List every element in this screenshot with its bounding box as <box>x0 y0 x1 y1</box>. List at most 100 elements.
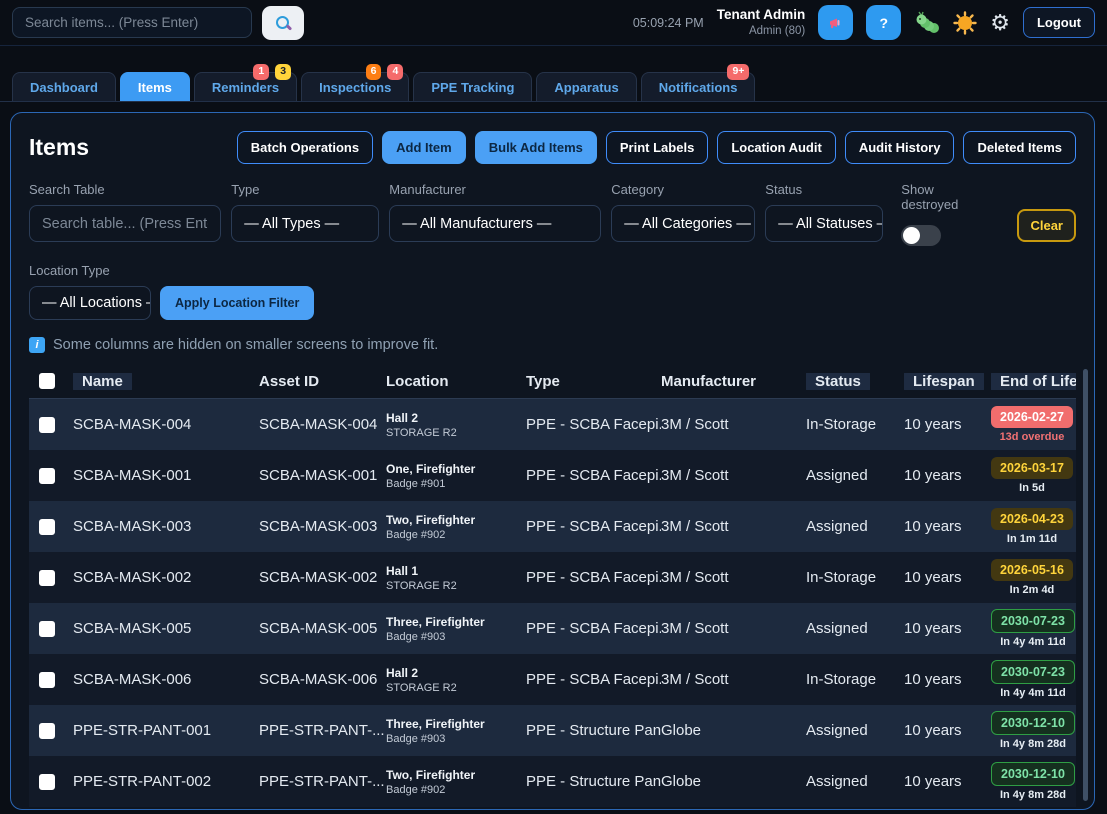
type-field: Type — All Types — <box>231 182 379 242</box>
column-header-end-of-life[interactable]: End of Life ▲ <box>991 373 1076 390</box>
item-asset-id: SCBA-MASK-004 <box>259 416 386 433</box>
table-row[interactable]: SCBA-MASK-002 SCBA-MASK-002 Hall 1 STORA… <box>29 552 1076 603</box>
column-header-label[interactable]: Type <box>526 373 560 390</box>
table-row[interactable]: SCBA-MASK-004 SCBA-MASK-004 Hall 2 STORA… <box>29 399 1076 450</box>
tab-badge: 9+ <box>727 64 749 80</box>
search-table-field: Search Table <box>29 182 221 242</box>
batch-operations-button[interactable]: Batch Operations <box>237 131 373 164</box>
column-header-label[interactable]: Location <box>386 373 449 390</box>
toolbar: Batch Operations Add Item Bulk Add Items Pr… <box>237 131 1076 164</box>
tab-dashboard[interactable]: Dashboard <box>12 72 116 101</box>
notice-text: Some columns are hidden on smaller scree… <box>53 337 438 353</box>
tab-apparatus[interactable]: Apparatus <box>536 72 636 101</box>
row-checkbox[interactable] <box>39 519 55 535</box>
item-name: SCBA-MASK-004 <box>73 416 259 433</box>
location-select[interactable]: — All Locations – <box>29 286 151 320</box>
column-header-label[interactable]: End of Life ▲ <box>991 373 1076 390</box>
sun-icon[interactable] <box>953 11 977 35</box>
tab-reminders[interactable]: Reminders 13 <box>194 72 297 101</box>
eol-countdown: 13d overdue <box>991 431 1073 443</box>
announcements-button[interactable] <box>818 5 853 40</box>
settings-gear-icon[interactable]: ⚙ <box>990 12 1010 34</box>
tab-label: Notifications <box>659 80 738 95</box>
top-bar: 05:09:24 PM Tenant Admin Admin (80) ? <box>0 0 1107 46</box>
tab-label: Inspections <box>319 80 391 95</box>
row-checkbox[interactable] <box>39 468 55 484</box>
deleted-items-button[interactable]: Deleted Items <box>963 131 1076 164</box>
status-select[interactable]: — All Statuses — <box>765 205 883 242</box>
user-role: Admin (80) <box>717 24 806 38</box>
show-destroyed-toggle[interactable] <box>901 225 941 246</box>
add-item-button[interactable]: Add Item <box>382 131 466 164</box>
location-audit-button[interactable]: Location Audit <box>717 131 836 164</box>
table-row[interactable]: SCBA-MASK-006 SCBA-MASK-006 Hall 2 STORA… <box>29 654 1076 705</box>
audit-history-button[interactable]: Audit History <box>845 131 955 164</box>
eol-date-badge: 2026-05-16 <box>991 559 1073 581</box>
item-asset-id: SCBA-MASK-005 <box>259 620 386 637</box>
column-header-status[interactable]: Status <box>806 373 904 390</box>
tab-inspections[interactable]: Inspections 64 <box>301 72 409 101</box>
column-header-asset-id[interactable]: Asset ID <box>259 373 386 390</box>
column-header-name[interactable]: Name <box>73 373 259 390</box>
column-header-label[interactable]: Manufacturer <box>661 373 756 390</box>
item-name: PPE-STR-PANT-002 <box>73 773 259 790</box>
caterpillar-icon[interactable] <box>914 11 940 35</box>
item-asset-id: SCBA-MASK-001 <box>259 467 386 484</box>
logout-button[interactable]: Logout <box>1023 7 1095 38</box>
table-row[interactable]: SCBA-MASK-001 SCBA-MASK-001 One, Firefig… <box>29 450 1076 501</box>
row-checkbox[interactable] <box>39 774 55 790</box>
item-manufacturer: 3M / Scott <box>661 467 806 484</box>
item-type: PPE - SCBA Facepi... <box>526 416 661 433</box>
table-row[interactable]: SCBA-MASK-003 SCBA-MASK-003 Two, Firefig… <box>29 501 1076 552</box>
item-type: PPE - SCBA Facepi... <box>526 467 661 484</box>
global-search-button[interactable] <box>262 6 304 40</box>
apply-location-filter-button[interactable]: Apply Location Filter <box>160 286 314 320</box>
help-button[interactable]: ? <box>866 5 901 40</box>
select-all-checkbox[interactable] <box>39 373 55 389</box>
responsive-columns-notice: i Some columns are hidden on smaller scr… <box>29 337 1076 353</box>
row-checkbox[interactable] <box>39 570 55 586</box>
bulk-add-items-button[interactable]: Bulk Add Items <box>475 131 597 164</box>
location-primary: One, Firefighter <box>386 462 526 476</box>
column-header-lifespan[interactable]: Lifespan <box>904 373 991 390</box>
tab-notifications[interactable]: Notifications 9+ <box>641 72 756 101</box>
manufacturer-select[interactable]: — All Manufacturers — <box>389 205 601 242</box>
megaphone-icon <box>828 15 844 31</box>
item-lifespan: 10 years <box>904 569 991 586</box>
column-header-type[interactable]: Type <box>526 373 661 390</box>
column-header-label[interactable]: Asset ID <box>259 373 319 390</box>
column-header-label[interactable]: Lifespan <box>904 373 984 390</box>
item-lifespan: 10 years <box>904 722 991 739</box>
type-select[interactable]: — All Types — <box>231 205 379 242</box>
tab-badge: 1 <box>253 64 269 80</box>
row-checkbox[interactable] <box>39 417 55 433</box>
column-header-label[interactable]: Status <box>806 373 870 390</box>
table-scrollbar[interactable] <box>1083 369 1088 801</box>
location-secondary: STORAGE R2 <box>386 682 526 694</box>
item-asset-id: SCBA-MASK-006 <box>259 671 386 688</box>
tab-label: Dashboard <box>30 80 98 95</box>
clear-filters-button[interactable]: Clear <box>1017 209 1076 242</box>
item-name: PPE-STR-PANT-001 <box>73 722 259 739</box>
tab-items[interactable]: Items <box>120 72 190 101</box>
items-table: Name Asset ID Location Type Manufacturer Stat… <box>29 364 1076 807</box>
search-table-label: Search Table <box>29 182 221 197</box>
global-search-input[interactable] <box>12 7 252 38</box>
column-header-label[interactable]: Name <box>73 373 132 390</box>
row-checkbox[interactable] <box>39 723 55 739</box>
item-manufacturer: Globe <box>661 773 806 790</box>
item-lifespan: 10 years <box>904 518 991 535</box>
print-labels-button[interactable]: Print Labels <box>606 131 708 164</box>
tab-ppe-tracking[interactable]: PPE Tracking <box>413 72 532 101</box>
category-select[interactable]: — All Categories — <box>611 205 755 242</box>
table-row[interactable]: PPE-STR-PANT-001 PPE-STR-PANT-... Three,… <box>29 705 1076 756</box>
row-checkbox[interactable] <box>39 621 55 637</box>
table-row[interactable]: SCBA-MASK-005 SCBA-MASK-005 Three, Firef… <box>29 603 1076 654</box>
table-search-input[interactable] <box>29 205 221 242</box>
row-checkbox[interactable] <box>39 672 55 688</box>
table-row[interactable]: PPE-STR-PANT-002 PPE-STR-PANT-... Two, F… <box>29 756 1076 807</box>
column-header-manufacturer[interactable]: Manufacturer <box>661 373 806 390</box>
question-mark-icon: ? <box>879 15 888 31</box>
column-header-location[interactable]: Location <box>386 373 526 390</box>
item-manufacturer: 3M / Scott <box>661 671 806 688</box>
